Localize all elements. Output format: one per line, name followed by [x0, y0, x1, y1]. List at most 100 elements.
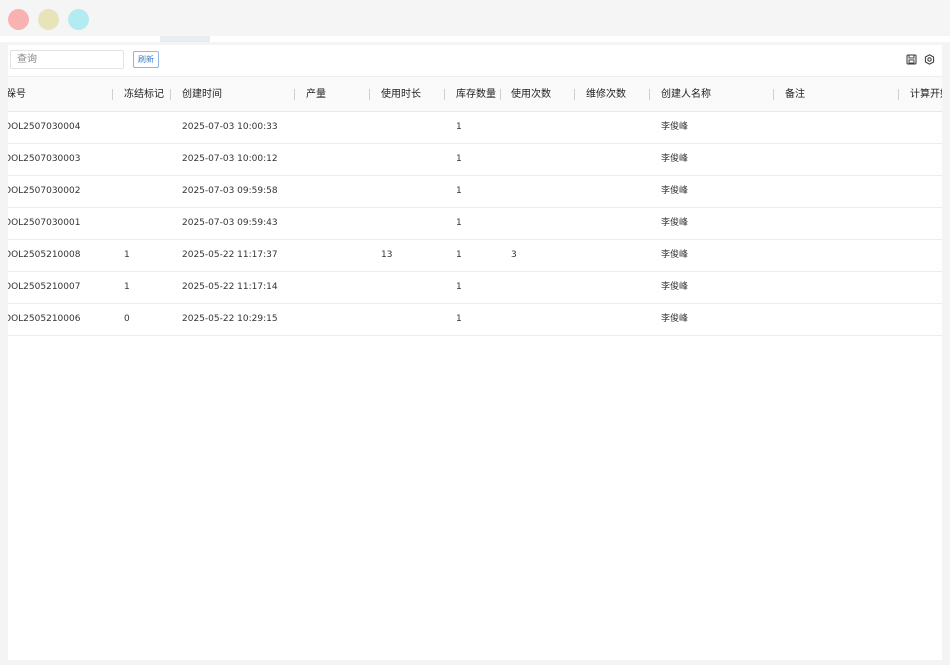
- search-input[interactable]: [10, 50, 124, 69]
- cell-creator: 李俊峰: [661, 314, 689, 324]
- column-header-use-count[interactable]: 使用次数: [511, 77, 551, 113]
- cell-freeze: [124, 112, 174, 143]
- cell-use-count: [511, 176, 571, 207]
- cell-no: OOL2505210006: [8, 314, 81, 324]
- cell-stock: 1: [456, 122, 462, 132]
- cell-output: [306, 240, 366, 271]
- column-resize-handle[interactable]: [649, 89, 650, 100]
- cell-remark: [785, 272, 895, 303]
- cell-stock: 1: [456, 186, 462, 196]
- cell-repair-count: [586, 208, 646, 239]
- column-header-output[interactable]: 产量: [306, 77, 326, 113]
- cell-use-time: [381, 304, 441, 335]
- table-header: 跺号 冻结标记 创建时间 产量 使用时长 库存数量 使用次数 维修次数 创建人名…: [8, 76, 942, 112]
- table-row[interactable]: OOL2505210008 1 2025-05-22 11:17:37 13 1…: [8, 240, 942, 272]
- cell-freeze: [124, 208, 174, 239]
- cell-create-time: 2025-07-03 09:59:58: [182, 186, 278, 196]
- minimize-window-button[interactable]: [38, 9, 59, 30]
- cell-no: OOL2507030001: [8, 218, 81, 228]
- table-row[interactable]: OOL2507030004 2025-07-03 10:00:33 1 李俊峰: [8, 112, 942, 144]
- settings-icon[interactable]: [924, 54, 935, 65]
- close-window-button[interactable]: [8, 9, 29, 30]
- cell-create-time: 2025-05-22 10:29:15: [182, 314, 278, 324]
- column-header-creator[interactable]: 创建人名称: [661, 77, 711, 113]
- cell-use-time: [381, 208, 441, 239]
- column-resize-handle[interactable]: [170, 89, 171, 100]
- cell-create-time: 2025-07-03 09:59:43: [182, 218, 278, 228]
- toolbar: 刷新: [8, 45, 942, 75]
- grid-panel: 刷新 跺号 冻结标记 创建时间 产量: [8, 45, 942, 660]
- cell-use-count: [511, 144, 571, 175]
- cell-remark: [785, 240, 895, 271]
- cell-output: [306, 176, 366, 207]
- cell-freeze: [124, 144, 174, 175]
- cell-remark: [785, 176, 895, 207]
- column-resize-handle[interactable]: [294, 89, 295, 100]
- column-header-repair-count[interactable]: 维修次数: [586, 77, 626, 113]
- cell-repair-count: [586, 240, 646, 271]
- table-row[interactable]: OOL2507030002 2025-07-03 09:59:58 1 李俊峰: [8, 176, 942, 208]
- cell-no: OOL2507030004: [8, 122, 81, 132]
- refresh-button[interactable]: 刷新: [133, 51, 159, 68]
- table-row[interactable]: OOL2505210006 0 2025-05-22 10:29:15 1 李俊…: [8, 304, 942, 336]
- cell-calc-start: [910, 112, 942, 143]
- cell-no: OOL2507030002: [8, 186, 81, 196]
- table-row[interactable]: OOL2507030003 2025-07-03 10:00:12 1 李俊峰: [8, 144, 942, 176]
- column-resize-handle[interactable]: [773, 89, 774, 100]
- cell-output: [306, 144, 366, 175]
- cell-freeze: 1: [124, 250, 130, 260]
- column-resize-handle[interactable]: [898, 89, 899, 100]
- save-icon[interactable]: [906, 54, 917, 65]
- cell-output: [306, 304, 366, 335]
- cell-calc-start: [910, 208, 942, 239]
- column-header-create-time[interactable]: 创建时间: [182, 77, 222, 113]
- cell-repair-count: [586, 144, 646, 175]
- cell-output: [306, 208, 366, 239]
- cell-use-time: [381, 144, 441, 175]
- cell-freeze: 1: [124, 282, 130, 292]
- cell-remark: [785, 144, 895, 175]
- column-resize-handle[interactable]: [574, 89, 575, 100]
- cell-creator: 李俊峰: [661, 282, 689, 292]
- cell-no: OOL2507030003: [8, 154, 81, 164]
- cell-output: [306, 272, 366, 303]
- column-resize-handle[interactable]: [112, 89, 113, 100]
- cell-freeze: 0: [124, 314, 130, 324]
- table-row[interactable]: OOL2507030001 2025-07-03 09:59:43 1 李俊峰: [8, 208, 942, 240]
- column-resize-handle[interactable]: [369, 89, 370, 100]
- column-resize-handle[interactable]: [444, 89, 445, 100]
- column-resize-handle[interactable]: [500, 89, 501, 100]
- title-bar: [0, 0, 950, 36]
- cell-creator: 李俊峰: [661, 186, 689, 196]
- column-header-freeze[interactable]: 冻结标记: [124, 77, 164, 113]
- app-window: 刷新 跺号 冻结标记 创建时间 产量: [0, 0, 950, 665]
- cell-no: OOL2505210008: [8, 250, 81, 260]
- cell-creator: 李俊峰: [661, 218, 689, 228]
- active-tab-indicator[interactable]: [160, 36, 210, 42]
- cell-create-time: 2025-05-22 11:17:14: [182, 282, 278, 292]
- cell-create-time: 2025-07-03 10:00:33: [182, 122, 278, 132]
- cell-use-time: [381, 272, 441, 303]
- cell-creator: 李俊峰: [661, 122, 689, 132]
- column-header-stock[interactable]: 库存数量: [456, 77, 496, 113]
- cell-creator: 李俊峰: [661, 250, 689, 260]
- cell-creator: 李俊峰: [661, 154, 689, 164]
- cell-freeze: [124, 176, 174, 207]
- cell-repair-count: [586, 112, 646, 143]
- cell-stock: 1: [456, 154, 462, 164]
- column-header-calc-start[interactable]: 计算开始: [910, 77, 942, 113]
- cell-use-count: [511, 272, 571, 303]
- maximize-window-button[interactable]: [68, 9, 89, 30]
- cell-calc-start: [910, 176, 942, 207]
- cell-stock: 1: [456, 314, 462, 324]
- column-header-remark[interactable]: 备注: [785, 77, 805, 113]
- table-row[interactable]: OOL2505210007 1 2025-05-22 11:17:14 1 李俊…: [8, 272, 942, 304]
- cell-calc-start: [910, 272, 942, 303]
- column-header-no[interactable]: 跺号: [8, 77, 26, 113]
- cell-remark: [785, 112, 895, 143]
- cell-no: OOL2505210007: [8, 282, 81, 292]
- cell-remark: [785, 304, 895, 335]
- cell-use-time: [381, 176, 441, 207]
- column-header-use-time[interactable]: 使用时长: [381, 77, 421, 113]
- cell-create-time: 2025-07-03 10:00:12: [182, 154, 278, 164]
